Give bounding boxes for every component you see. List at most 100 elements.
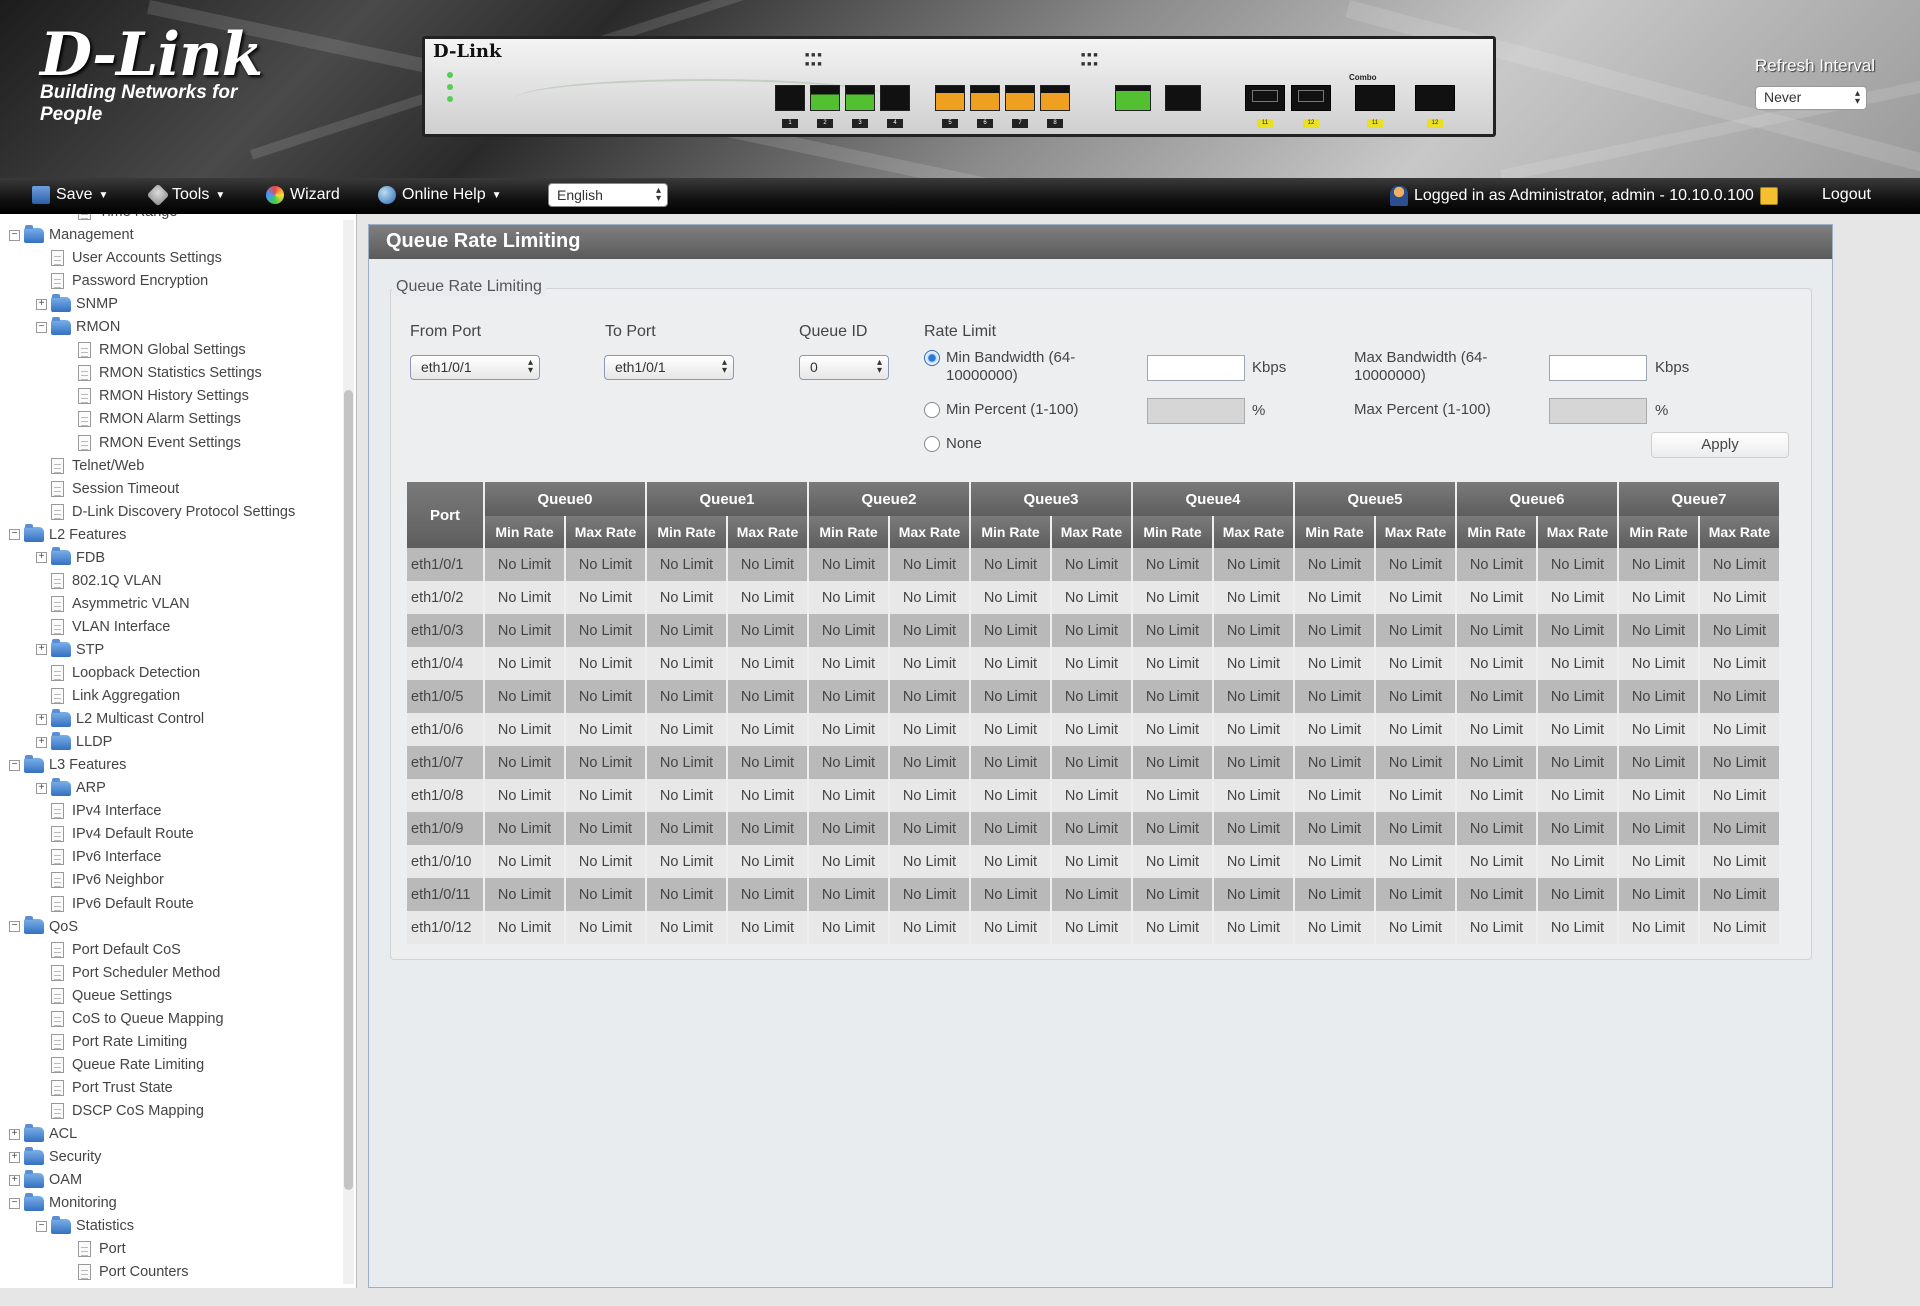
device-front-panel[interactable]: D-Link 1 2 3 4 ■ ■ ■ ■ ■ ■ 5 6 7 8 ■ ■ ■ ■… [422, 36, 1496, 137]
tree-item[interactable]: + LLDP [36, 731, 112, 753]
tree-item[interactable]: + OAM [9, 1169, 82, 1191]
apply-button[interactable]: Apply [1651, 432, 1789, 458]
port-2[interactable] [810, 85, 840, 111]
refresh-interval-select[interactable]: Never ▴ ▾ [1755, 86, 1867, 110]
max-bandwidth-input[interactable] [1549, 355, 1647, 381]
tree-item[interactable]: IPv6 Default Route [36, 893, 194, 915]
tree-item[interactable]: − L2 Features [9, 524, 126, 546]
collapse-icon[interactable]: − [9, 759, 20, 771]
none-option[interactable]: None [924, 435, 982, 453]
tree-item[interactable]: Queue Settings [36, 985, 172, 1007]
from-port-select[interactable]: eth1/0/1 ▴ ▾ [410, 355, 540, 380]
tree-item[interactable]: Port Rate Limiting [36, 1031, 187, 1053]
min-percent-option[interactable]: Min Percent (1-100) [924, 401, 1079, 419]
min-bandwidth-radio[interactable] [924, 350, 940, 366]
logout-icon[interactable] [1759, 187, 1778, 205]
tree-item[interactable]: RMON Statistics Settings [63, 362, 262, 384]
tree-item[interactable]: Loopback Detection [36, 662, 200, 684]
tree-item[interactable]: Time Range [63, 214, 177, 223]
tree-item[interactable]: IPv4 Default Route [36, 823, 194, 845]
tree-item[interactable]: + ACL [9, 1123, 77, 1145]
combo-sfp-12[interactable] [1415, 85, 1455, 111]
min-bandwidth-option[interactable]: Min Bandwidth (64-10000000) [924, 349, 1109, 385]
tree-item[interactable]: Password Encryption [36, 270, 208, 292]
tree-item[interactable]: D-Link Discovery Protocol Settings [36, 501, 295, 523]
tree-item[interactable]: + FDB [36, 547, 105, 569]
tree-item[interactable]: CoS to Queue Mapping [36, 1008, 224, 1030]
language-select[interactable]: English ▴ ▾ [548, 183, 668, 207]
tree-item[interactable]: VLAN Interface [36, 616, 170, 638]
collapse-icon[interactable]: − [9, 529, 20, 541]
tree-scrollbar-thumb[interactable] [344, 390, 353, 1190]
tree-item[interactable]: RMON Event Settings [63, 432, 241, 454]
tree-item[interactable]: − Monitoring [9, 1192, 117, 1214]
sfp-port-9[interactable] [1115, 85, 1151, 111]
queue-id-select[interactable]: 0 ▴ ▾ [799, 355, 889, 380]
expand-icon[interactable]: + [9, 1151, 20, 1163]
expand-icon[interactable]: + [36, 552, 47, 564]
expand-icon[interactable]: + [36, 644, 47, 656]
tree-item[interactable]: + ARP [36, 777, 106, 799]
online-help-menu[interactable]: Online Help ▼ [378, 186, 502, 204]
tree-item[interactable]: − Management [9, 224, 134, 246]
tree-item[interactable]: IPv6 Neighbor [36, 869, 164, 891]
tree-item[interactable]: 802.1Q VLAN [36, 570, 161, 592]
port-7[interactable] [1005, 85, 1035, 111]
tree-item[interactable]: IPv4 Interface [36, 800, 161, 822]
logout-link[interactable]: Logout [1822, 186, 1871, 204]
port-4[interactable] [880, 85, 910, 111]
collapse-icon[interactable]: − [36, 1220, 47, 1232]
min-percent-radio[interactable] [924, 402, 940, 418]
tree-item[interactable]: Port Counters [63, 1261, 188, 1283]
collapse-icon[interactable]: − [9, 921, 20, 933]
collapse-icon[interactable]: − [9, 229, 20, 241]
tree-item[interactable]: RMON Global Settings [63, 339, 246, 361]
expand-icon[interactable]: + [9, 1174, 20, 1186]
tree-item[interactable]: Port [63, 1238, 126, 1260]
expand-icon[interactable]: + [36, 298, 47, 310]
tree-item[interactable]: User Accounts Settings [36, 247, 222, 269]
expand-icon[interactable]: + [36, 713, 47, 725]
combo-sfp-11[interactable] [1355, 85, 1395, 111]
expand-icon[interactable]: + [36, 782, 47, 794]
port-5[interactable] [935, 85, 965, 111]
tree-item[interactable]: Session Timeout [36, 478, 179, 500]
tree-item[interactable]: − Statistics [36, 1215, 134, 1237]
port-3[interactable] [845, 85, 875, 111]
tree-item[interactable]: + L2 Multicast Control [36, 708, 204, 730]
sfp-port-10[interactable] [1165, 85, 1201, 111]
min-bandwidth-input[interactable] [1147, 355, 1245, 381]
min-percent-input[interactable] [1147, 398, 1245, 424]
max-percent-input[interactable] [1549, 398, 1647, 424]
combo-port-11[interactable] [1245, 85, 1285, 111]
to-port-select[interactable]: eth1/0/1 ▴ ▾ [604, 355, 734, 380]
tree-item[interactable]: RMON History Settings [63, 385, 249, 407]
none-radio[interactable] [924, 436, 940, 452]
wizard-menu[interactable]: Wizard [266, 186, 340, 204]
port-6[interactable] [970, 85, 1000, 111]
tree-item[interactable]: − RMON [36, 316, 120, 338]
tree-item[interactable]: Link Aggregation [36, 685, 180, 707]
port-8[interactable] [1040, 85, 1070, 111]
tree-item[interactable]: + Security [9, 1146, 101, 1168]
collapse-icon[interactable]: − [36, 321, 47, 333]
tree-item[interactable]: DSCP CoS Mapping [36, 1100, 204, 1122]
tree-item[interactable]: IPv6 Interface [36, 846, 161, 868]
tree-item[interactable]: + STP [36, 639, 104, 661]
collapse-icon[interactable]: − [9, 1197, 20, 1209]
combo-port-12[interactable] [1291, 85, 1331, 111]
tree-item[interactable]: Telnet/Web [36, 455, 144, 477]
expand-icon[interactable]: + [36, 736, 47, 748]
tree-item[interactable]: Asymmetric VLAN [36, 593, 190, 615]
save-menu[interactable]: Save ▼ [32, 186, 108, 204]
tree-item[interactable]: + SNMP [36, 293, 118, 315]
tree-item[interactable]: Port Default CoS [36, 939, 181, 961]
tree-item[interactable]: − QoS [9, 916, 78, 938]
tree-item[interactable]: − L3 Features [9, 754, 126, 776]
port-1[interactable] [775, 85, 805, 111]
tree-item[interactable]: RMON Alarm Settings [63, 408, 241, 430]
tree-item[interactable]: Queue Rate Limiting [36, 1054, 204, 1076]
expand-icon[interactable]: + [9, 1128, 20, 1140]
tree-item[interactable]: Port Trust State [36, 1077, 173, 1099]
tree-item[interactable]: Port Scheduler Method [36, 962, 220, 984]
